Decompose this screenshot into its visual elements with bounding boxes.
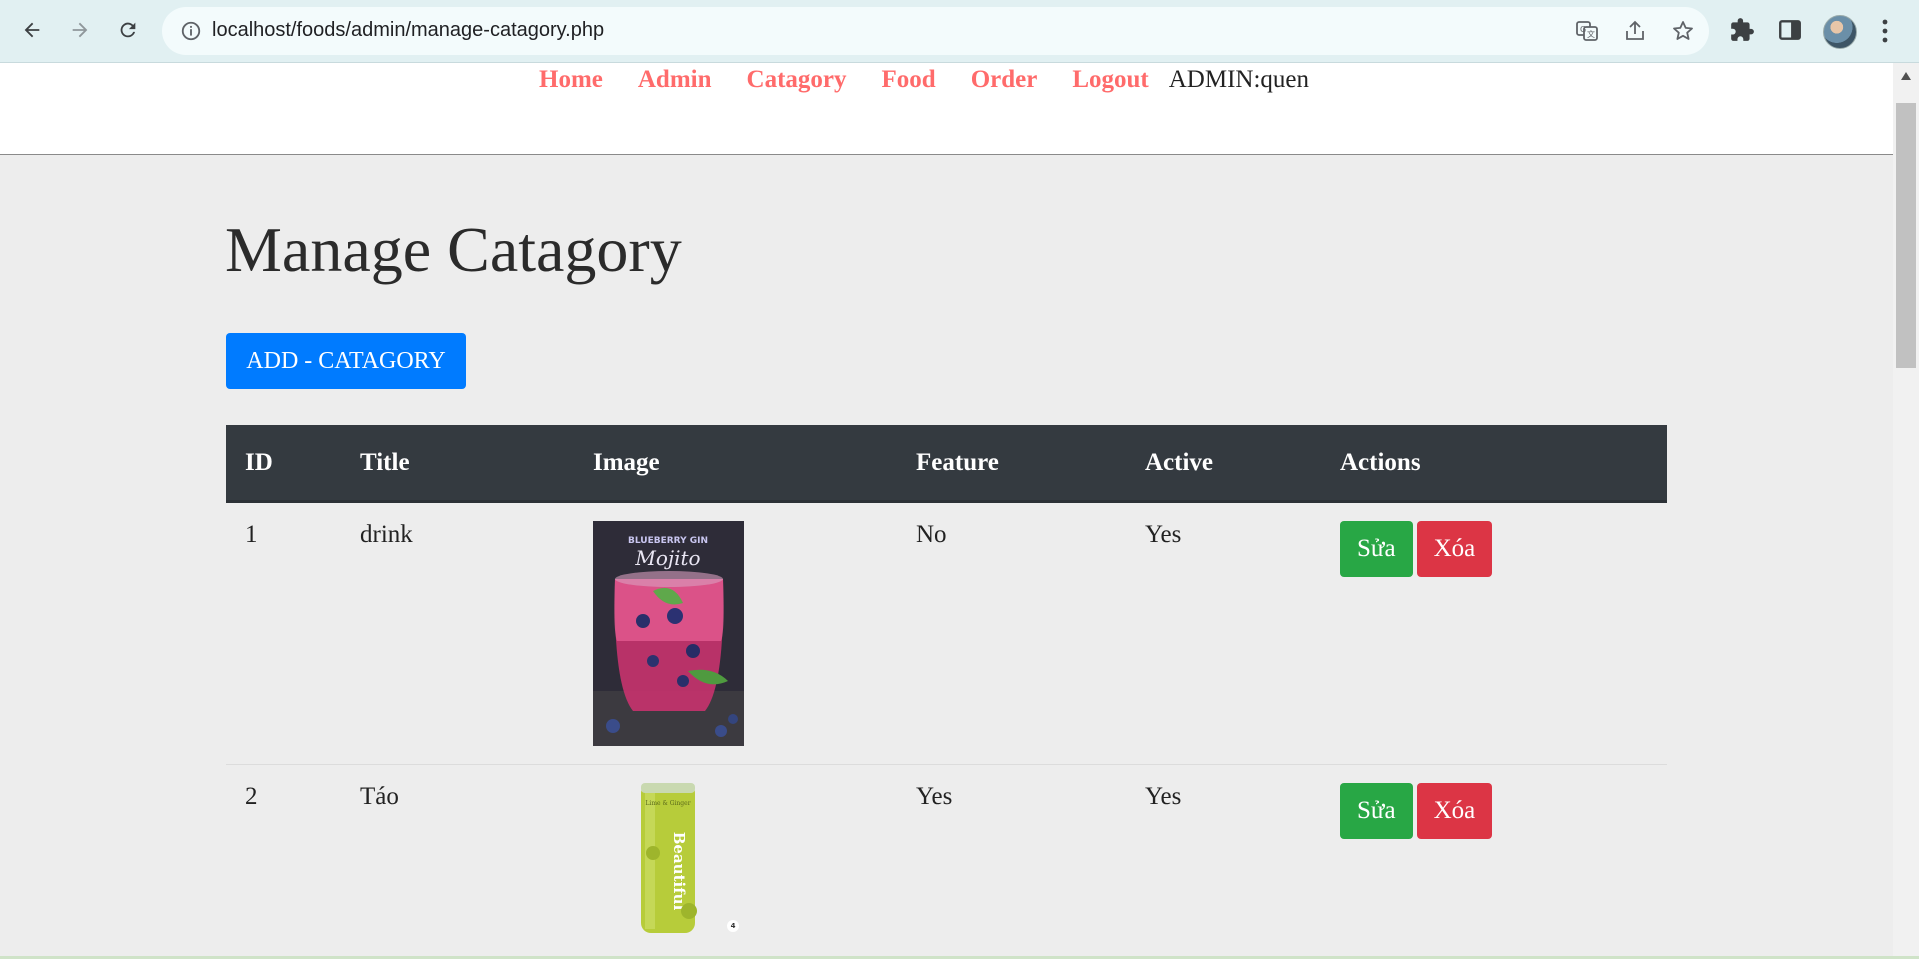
url-text[interactable]: localhost/foods/admin/manage-catagory.ph… bbox=[212, 19, 604, 42]
image-caption-text: BLUEBERRY GIN bbox=[628, 536, 708, 546]
menu-food[interactable]: Food bbox=[882, 63, 936, 97]
cell-active: Yes bbox=[1126, 501, 1321, 765]
scrollbar-thumb[interactable] bbox=[1896, 103, 1916, 368]
forward-button[interactable] bbox=[61, 11, 99, 49]
reload-icon bbox=[120, 22, 136, 38]
can-illustration: Lime & Ginger Beautiful 4 bbox=[641, 783, 739, 933]
header-id: ID bbox=[226, 425, 341, 503]
add-category-button[interactable]: ADD - CATAGORY bbox=[226, 333, 466, 389]
cell-active: Yes bbox=[1126, 764, 1321, 956]
menu-admin[interactable]: Admin bbox=[638, 63, 712, 97]
category-image-can: Lime & Ginger Beautiful 4 bbox=[593, 783, 744, 943]
cell-title: drink bbox=[341, 501, 574, 765]
cell-feature: Yes bbox=[897, 764, 1126, 956]
header-image: Image bbox=[574, 425, 897, 503]
cell-actions: Sửa Xóa bbox=[1321, 764, 1667, 956]
cell-actions: Sửa Xóa bbox=[1321, 501, 1667, 765]
table-header-row: ID Title Image Feature Active Actions bbox=[226, 425, 1667, 503]
can-caption-text: Lime & Ginger bbox=[645, 800, 690, 807]
arrow-right-icon bbox=[72, 22, 88, 38]
main-menu: Home Admin Catagory Food Order Logout AD… bbox=[539, 63, 1309, 97]
header-actions: Actions bbox=[1321, 425, 1667, 503]
svg-text:文: 文 bbox=[1587, 29, 1595, 39]
menu-order[interactable]: Order bbox=[971, 63, 1038, 97]
page-title: Manage Catagory bbox=[225, 214, 682, 285]
vertical-scrollbar[interactable] bbox=[1893, 63, 1919, 956]
cell-image: Lime & Ginger Beautiful 4 bbox=[574, 764, 897, 956]
cell-image: BLUEBERRY GIN Mojito bbox=[574, 501, 897, 765]
can-brand-text: Beautiful bbox=[670, 832, 688, 911]
extensions-icon[interactable] bbox=[1729, 17, 1755, 43]
bookmark-star-icon[interactable] bbox=[1671, 19, 1695, 43]
header-active: Active bbox=[1126, 425, 1321, 503]
side-panel-icon[interactable] bbox=[1777, 17, 1803, 43]
can-badge-text: 4 bbox=[731, 922, 736, 930]
delete-button[interactable]: Xóa bbox=[1416, 521, 1493, 577]
scroll-up-arrow-icon[interactable] bbox=[1900, 71, 1912, 81]
category-table: ID Title Image Feature Active Actions 1 … bbox=[226, 425, 1667, 956]
site-info-icon[interactable] bbox=[180, 20, 202, 42]
menu-catagory[interactable]: Catagory bbox=[747, 63, 847, 97]
edit-button[interactable]: Sửa bbox=[1340, 783, 1413, 839]
header-feature: Feature bbox=[897, 425, 1126, 503]
menu-home[interactable]: Home bbox=[539, 63, 603, 97]
cell-id: 1 bbox=[226, 501, 341, 765]
browser-toolbar: localhost/foods/admin/manage-catagory.ph… bbox=[0, 0, 1919, 63]
top-menu-bar: Home Admin Catagory Food Order Logout AD… bbox=[0, 63, 1893, 155]
translate-icon[interactable]: G文 bbox=[1575, 19, 1599, 43]
profile-avatar[interactable] bbox=[1823, 15, 1857, 49]
cell-feature: No bbox=[897, 501, 1126, 765]
image-script-text: Mojito bbox=[634, 546, 700, 570]
cell-title: Táo bbox=[341, 764, 574, 956]
more-menu-icon[interactable] bbox=[1873, 17, 1897, 45]
arrow-left-icon bbox=[24, 22, 40, 38]
mojito-illustration: BLUEBERRY GIN Mojito bbox=[593, 521, 744, 746]
back-button[interactable] bbox=[13, 11, 51, 49]
delete-button[interactable]: Xóa bbox=[1416, 783, 1493, 839]
table-row: 2 Táo Lime & Ginger Beautiful 4 Yes Yes … bbox=[226, 764, 1667, 956]
category-image-mojito: BLUEBERRY GIN Mojito bbox=[593, 521, 744, 746]
address-bar[interactable]: localhost/foods/admin/manage-catagory.ph… bbox=[162, 7, 1709, 55]
reload-button[interactable] bbox=[109, 11, 147, 49]
admin-user-label: ADMIN:quen bbox=[1168, 66, 1309, 93]
edit-button[interactable]: Sửa bbox=[1340, 521, 1413, 577]
menu-logout[interactable]: Logout bbox=[1072, 63, 1148, 97]
table-row: 1 drink BLUEBERRY GIN Mojito No Yes Sửa … bbox=[226, 501, 1667, 765]
page-viewport: Home Admin Catagory Food Order Logout AD… bbox=[0, 63, 1893, 956]
cell-id: 2 bbox=[226, 764, 341, 956]
share-icon[interactable] bbox=[1623, 19, 1647, 43]
svg-text:G: G bbox=[1580, 25, 1586, 34]
header-title: Title bbox=[341, 425, 574, 503]
